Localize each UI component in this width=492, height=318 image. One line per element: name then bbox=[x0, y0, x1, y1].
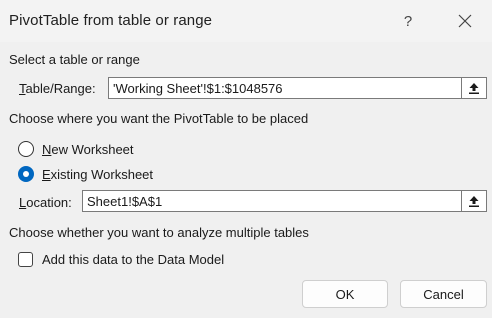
location-value: Sheet1!$A$1 bbox=[87, 194, 163, 209]
existing-worksheet-label-text: xisting Worksheet bbox=[50, 166, 154, 182]
new-worksheet-label-text: ew Worksheet bbox=[51, 141, 134, 157]
collapse-dialog-icon[interactable] bbox=[461, 190, 487, 212]
existing-worksheet-label: Existing Worksheet bbox=[42, 167, 153, 182]
placement-heading: Choose where you want the PivotTable to … bbox=[9, 111, 309, 126]
existing-worksheet-option[interactable]: Existing Worksheet bbox=[18, 165, 153, 183]
table-range-value: 'Working Sheet'!$1:$1048576 bbox=[113, 81, 283, 96]
table-range-label-text: able/Range: bbox=[25, 81, 96, 96]
location-label-text: ocation: bbox=[26, 195, 72, 210]
multiple-tables-heading: Choose whether you want to analyze multi… bbox=[9, 225, 309, 240]
dialog-title: PivotTable from table or range bbox=[9, 12, 213, 29]
add-to-data-model-option[interactable]: Add this data to the Data Model bbox=[18, 250, 224, 268]
existing-worksheet-accesskey: E bbox=[42, 166, 51, 182]
location-input[interactable]: Sheet1!$A$1 bbox=[82, 190, 487, 212]
select-range-heading: Select a table or range bbox=[9, 52, 140, 67]
new-worksheet-accesskey: N bbox=[42, 141, 52, 157]
close-icon[interactable] bbox=[450, 6, 480, 36]
add-to-data-model-label: Add this data to the Data Model bbox=[42, 251, 225, 267]
help-icon[interactable]: ? bbox=[393, 6, 423, 36]
table-range-label: Table/Range: bbox=[19, 81, 96, 96]
collapse-dialog-icon[interactable] bbox=[461, 77, 487, 99]
existing-worksheet-radio[interactable] bbox=[18, 166, 34, 182]
dialog-body: Select a table or range Table/Range: 'Wo… bbox=[0, 42, 492, 318]
dialog-titlebar: PivotTable from table or range ? bbox=[0, 0, 492, 42]
ok-button[interactable]: OK bbox=[302, 280, 388, 308]
cancel-button[interactable]: Cancel bbox=[400, 280, 487, 308]
add-to-data-model-checkbox[interactable] bbox=[18, 251, 33, 267]
location-label: Location: bbox=[19, 195, 72, 210]
new-worksheet-radio[interactable] bbox=[18, 141, 34, 157]
new-worksheet-label: New Worksheet bbox=[42, 142, 134, 157]
table-range-input[interactable]: 'Working Sheet'!$1:$1048576 bbox=[108, 77, 487, 99]
new-worksheet-option[interactable]: New Worksheet bbox=[18, 140, 134, 158]
